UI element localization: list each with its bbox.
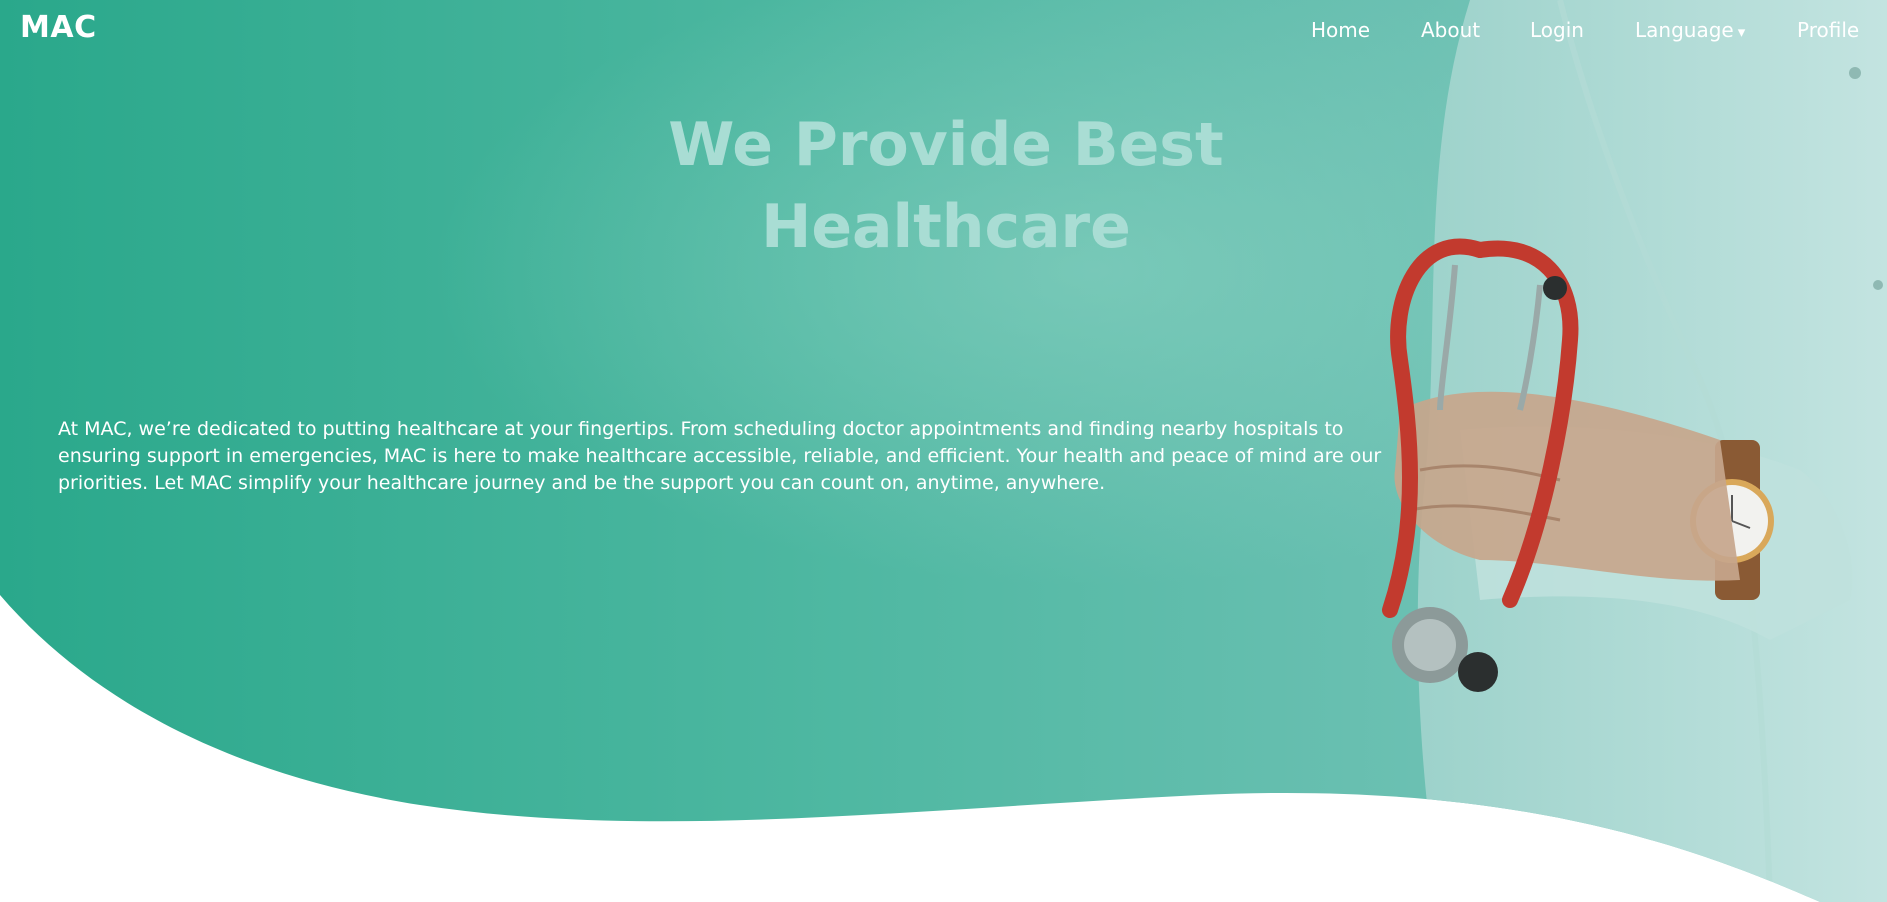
nav-link-profile[interactable]: Profile <box>1797 18 1859 42</box>
hero-title-line2: Healthcare <box>761 192 1131 262</box>
hero-section: MAC Home About Login Language ▾ Profile W… <box>0 0 1887 902</box>
top-navbar: MAC Home About Login Language ▾ Profile <box>0 0 1887 62</box>
nav-language-dropdown[interactable]: Language ▾ <box>1635 18 1745 42</box>
hero-title: We Provide Best Healthcare <box>590 104 1302 268</box>
brand-logo[interactable]: MAC <box>20 10 97 45</box>
nav-link-home[interactable]: Home <box>1311 18 1370 42</box>
nav-language-label: Language <box>1635 18 1734 42</box>
chevron-down-icon: ▾ <box>1737 23 1746 41</box>
nav-link-about[interactable]: About <box>1421 18 1480 42</box>
doctor-illustration <box>1382 0 1887 902</box>
hero-title-line1: We Provide Best <box>668 110 1224 180</box>
hero-description: At MAC, we’re dedicated to putting healt… <box>58 418 1382 494</box>
nav-link-login[interactable]: Login <box>1530 18 1584 42</box>
